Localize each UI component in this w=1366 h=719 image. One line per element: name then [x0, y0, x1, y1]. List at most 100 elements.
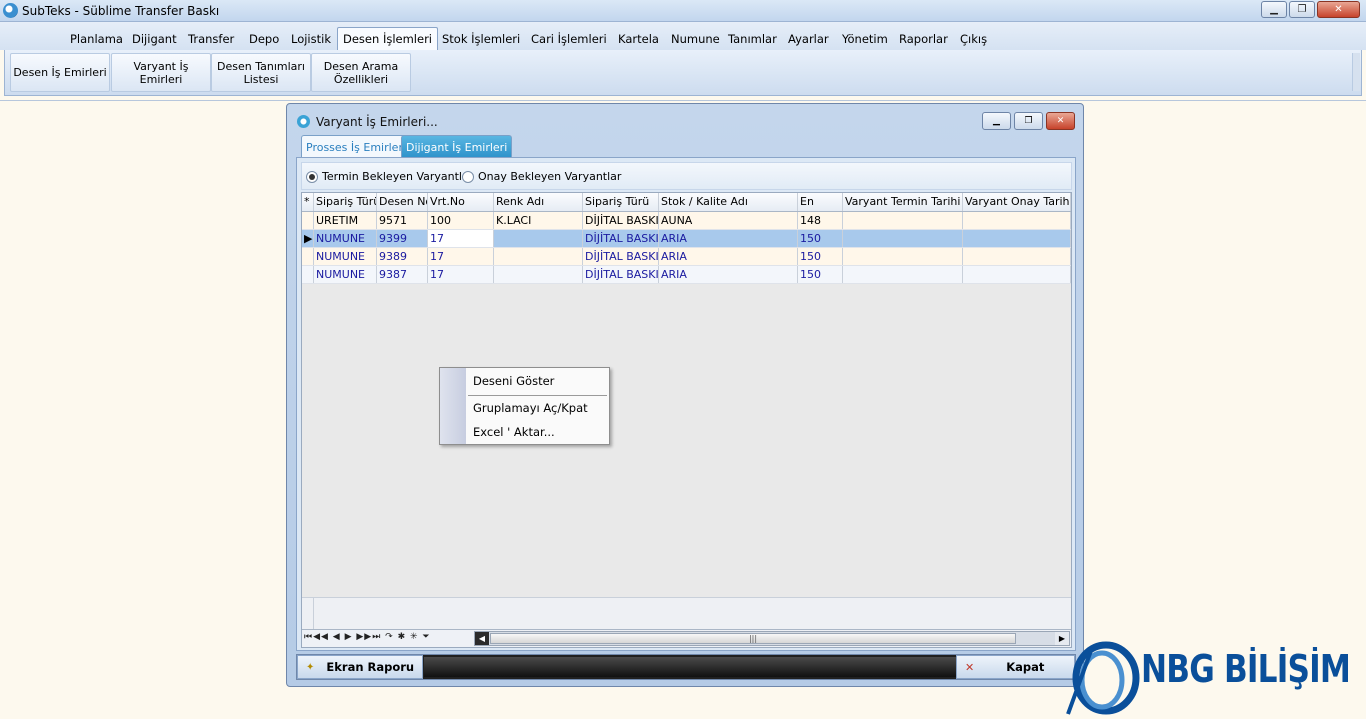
- cell: AUNA: [659, 212, 798, 229]
- scroll-thumb[interactable]: |||: [490, 633, 1016, 644]
- menu-kartela[interactable]: Kartela: [618, 32, 659, 46]
- ekran-raporu-button[interactable]: ✦ Ekran Raporu: [297, 655, 423, 679]
- row-indicator: [302, 266, 314, 283]
- context-menu-icon-strip: [440, 368, 466, 444]
- grid-footer: [302, 597, 1071, 630]
- app-title: SubTeks - Süblime Transfer Baskı: [22, 4, 220, 18]
- grid-navigator: ⏮◀◀ ◀ ▶ ▶▶⏭ ↷ ✱ ✳ ⏷ ◀ ||| ▶: [302, 629, 1071, 647]
- cell: 9571: [377, 212, 428, 229]
- cell: NUMUNE: [314, 230, 377, 247]
- report-icon: ✦: [306, 661, 315, 673]
- cell: [494, 248, 583, 265]
- kapat-button[interactable]: ✕ Kapat: [956, 655, 1075, 679]
- radio-label: Onay Bekleyen Varyantlar: [478, 170, 622, 183]
- cell: 9399: [377, 230, 428, 247]
- ekran-raporu-label: Ekran Raporu: [326, 660, 415, 674]
- filter-radio-group: Termin Bekleyen Varyantlar Onay Bekleyen…: [301, 162, 1072, 190]
- radio-unchecked-icon: [462, 170, 474, 183]
- cell: 17: [428, 266, 494, 283]
- ribbon-desen-arama-ozellikleri[interactable]: Desen Arama Özellikleri: [311, 53, 411, 92]
- radio-label: Termin Bekleyen Varyantlar: [322, 170, 474, 183]
- menu-tanimlar[interactable]: Tanımlar: [728, 32, 777, 46]
- cell: 9389: [377, 248, 428, 265]
- cell: 150: [798, 248, 843, 265]
- grid-context-menu: Deseni Göster Gruplamayı Aç/Kpat Excel '…: [439, 367, 610, 445]
- variant-grid: * Sipariş Türü Desen No Vrt.No Renk Adı …: [301, 192, 1072, 648]
- context-gruplama-ac-kapat[interactable]: Gruplamayı Aç/Kpat: [473, 401, 588, 415]
- ribbon-varyant-is-emirleri[interactable]: Varyant İş Emirleri: [111, 53, 211, 92]
- cell: DİJİTAL BASKI: [585, 212, 659, 229]
- cell: DİJİTAL BASKI: [585, 230, 659, 247]
- varyant-dialog: Varyant İş Emirleri... ▁ ❐ ✕ Prosses İş …: [286, 103, 1084, 687]
- navigator-buttons[interactable]: ⏮◀◀ ◀ ▶ ▶▶⏭ ↷ ✱ ✳ ⏷: [302, 630, 472, 647]
- minimize-button[interactable]: ▁: [1261, 1, 1287, 18]
- table-row-selected[interactable]: ▶ NUMUNE 9399 17 DİJİTAL BASKI ARIA 150: [302, 230, 1071, 248]
- col-siparis-turu-2[interactable]: Sipariş Türü: [583, 193, 659, 211]
- ribbon-scroll[interactable]: [1352, 53, 1360, 91]
- nbg-logo-swirl-icon: [1066, 641, 1140, 715]
- radio-termin-bekleyen[interactable]: Termin Bekleyen Varyantlar: [306, 170, 473, 183]
- tab-prosses-is-emirleri[interactable]: Prosses İş Emirleri: [301, 135, 412, 157]
- menu-depo[interactable]: Depo: [249, 32, 279, 46]
- menu-numune[interactable]: Numune: [671, 32, 720, 46]
- menu-ayarlar[interactable]: Ayarlar: [788, 32, 829, 46]
- tab-dijigant-is-emirleri[interactable]: Dijigant İş Emirleri: [401, 135, 513, 157]
- table-row[interactable]: NUMUNE 9389 17 DİJİTAL BASKI ARIA 150: [302, 248, 1071, 266]
- row-indicator: [302, 248, 314, 265]
- table-row[interactable]: URETIM 9571 100 K.LACI DİJİTAL BASKI AUN…: [302, 212, 1071, 230]
- close-button[interactable]: ✕: [1317, 1, 1360, 18]
- kapat-label: Kapat: [1006, 660, 1045, 674]
- menu-yonetim[interactable]: Yönetim: [842, 32, 888, 46]
- cell: [963, 212, 1071, 229]
- cell: 9387: [377, 266, 428, 283]
- menu-stok-islemleri[interactable]: Stok İşlemleri: [442, 32, 520, 46]
- radio-checked-icon: [306, 170, 318, 183]
- cell-focused[interactable]: 17: [428, 230, 494, 247]
- footer-indicator: [302, 598, 314, 630]
- col-stok-kalite-adi[interactable]: Stok / Kalite Adı: [659, 193, 798, 211]
- action-bar-spacer: [424, 657, 956, 677]
- col-en[interactable]: En: [798, 193, 843, 211]
- cell: K.LACI: [494, 212, 583, 229]
- dialog-close-button[interactable]: ✕: [1046, 112, 1075, 130]
- cell: 17: [428, 248, 494, 265]
- row-indicator: ▶: [304, 230, 314, 247]
- cell: ARIA: [659, 248, 798, 265]
- cell: [963, 230, 1071, 247]
- cell: NUMUNE: [314, 248, 377, 265]
- menu-transfer[interactable]: Transfer: [188, 32, 234, 46]
- menu-lojistik[interactable]: Lojistik: [291, 32, 331, 46]
- indicator-header[interactable]: *: [302, 193, 314, 211]
- cell: [843, 248, 963, 265]
- menu-planlama[interactable]: Planlama: [70, 32, 123, 46]
- cell: [963, 248, 1071, 265]
- context-excel-aktar[interactable]: Excel ' Aktar...: [473, 425, 555, 439]
- cell: [843, 230, 963, 247]
- cell: [494, 230, 583, 247]
- close-x-icon: ✕: [965, 660, 975, 674]
- cell: 100: [428, 212, 494, 229]
- col-desen-no[interactable]: Desen No: [377, 193, 428, 211]
- col-siparis-turu[interactable]: Sipariş Türü: [314, 193, 377, 211]
- cell: [843, 266, 963, 283]
- scroll-left-icon[interactable]: ◀: [475, 632, 489, 645]
- menu-desen-islemleri[interactable]: Desen İşlemleri: [337, 27, 438, 51]
- radio-onay-bekleyen[interactable]: Onay Bekleyen Varyantlar: [462, 170, 621, 183]
- col-vrt-no[interactable]: Vrt.No: [428, 193, 494, 211]
- menu-cikis[interactable]: Çıkış: [960, 32, 987, 46]
- ribbon-desen-tanimlari-listesi[interactable]: Desen Tanımları Listesi: [211, 53, 311, 92]
- context-deseni-goster[interactable]: Deseni Göster: [473, 374, 554, 388]
- horizontal-scrollbar[interactable]: ◀ ||| ▶: [474, 631, 1070, 646]
- col-renk-adi[interactable]: Renk Adı: [494, 193, 583, 211]
- ribbon-desen-is-emirleri[interactable]: Desen İş Emirleri: [10, 53, 110, 92]
- maximize-button[interactable]: ❐: [1289, 1, 1315, 18]
- col-varyant-onay-tarihi[interactable]: Varyant Onay Tarihi: [963, 193, 1071, 211]
- menu-dijigant[interactable]: Dijigant: [132, 32, 177, 46]
- col-varyant-termin-tarihi[interactable]: Varyant Termin Tarihi: [843, 193, 963, 211]
- tab-panel: Termin Bekleyen Varyantlar Onay Bekleyen…: [296, 157, 1076, 651]
- menu-raporlar[interactable]: Raporlar: [899, 32, 948, 46]
- dialog-maximize-button[interactable]: ❐: [1014, 112, 1043, 130]
- dialog-minimize-button[interactable]: ▁: [982, 112, 1011, 130]
- table-row[interactable]: NUMUNE 9387 17 DİJİTAL BASKI ARIA 150: [302, 266, 1071, 284]
- menu-cari-islemleri[interactable]: Cari İşlemleri: [531, 32, 607, 46]
